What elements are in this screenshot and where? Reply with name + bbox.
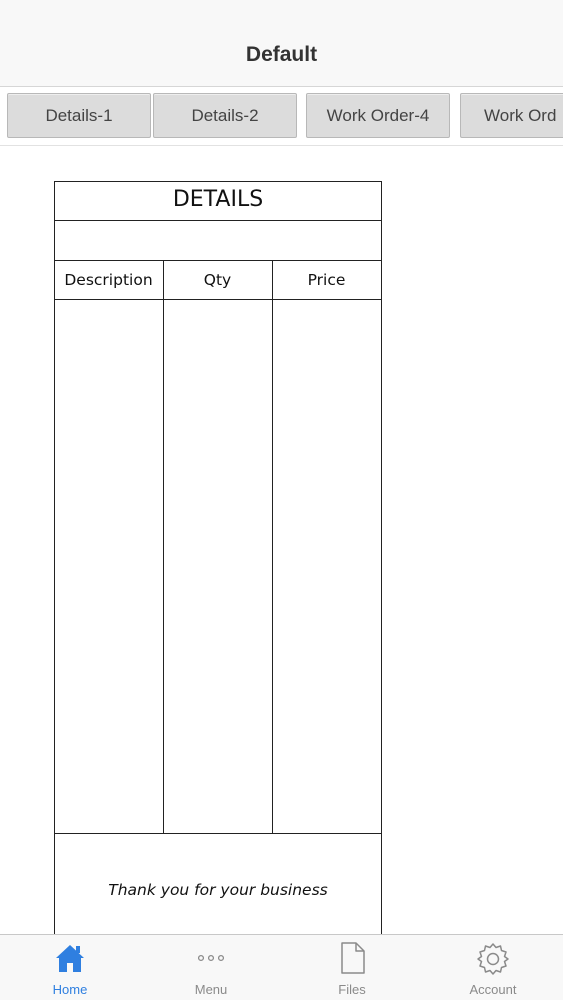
page-title: Default: [245, 43, 318, 66]
divider: [54, 260, 382, 261]
tab-work-order-partial[interactable]: Work Ord: [460, 93, 563, 138]
more-icon: [194, 941, 228, 980]
tab-strip[interactable]: Details-1 Details-2 Work Order-4 Work Or…: [0, 88, 563, 146]
tabbar-label: Files: [338, 982, 366, 997]
app-screen: Default Details-1 Details-2 Work Order-4…: [0, 0, 563, 1000]
column-header-qty: Qty: [203, 271, 232, 289]
bottom-tab-bar: Home Menu Files Account: [0, 934, 563, 1000]
file-icon: [335, 941, 369, 980]
footer-note: Thank you for your business: [108, 881, 328, 899]
tabbar-item-files[interactable]: Files: [282, 935, 422, 1000]
tab-work-order-4[interactable]: Work Order-4: [306, 93, 450, 138]
tabbar-label: Home: [52, 982, 88, 997]
document-title: DETAILS: [172, 187, 264, 212]
column-divider: [272, 260, 273, 834]
tabbar-label: Menu: [194, 982, 228, 997]
column-header-price: Price: [307, 271, 346, 289]
tab-details-2[interactable]: Details-2: [153, 93, 297, 138]
gear-icon: [475, 941, 511, 982]
divider: [54, 299, 382, 300]
tabbar-label: Account: [469, 982, 517, 997]
tabbar-item-menu[interactable]: Menu: [141, 935, 281, 1000]
tabbar-item-account[interactable]: Account: [423, 935, 563, 1000]
divider: [54, 833, 382, 834]
tabbar-item-home[interactable]: Home: [0, 935, 140, 1000]
invoice-document: DETAILS Description Qty Price Thank you …: [54, 181, 382, 941]
column-divider: [163, 260, 164, 834]
tab-details-1[interactable]: Details-1: [7, 93, 151, 138]
column-header-description: Description: [64, 271, 153, 289]
home-icon: [53, 941, 87, 980]
divider: [54, 220, 382, 221]
document-frame: [54, 181, 382, 941]
navigation-bar: Default: [0, 0, 563, 87]
